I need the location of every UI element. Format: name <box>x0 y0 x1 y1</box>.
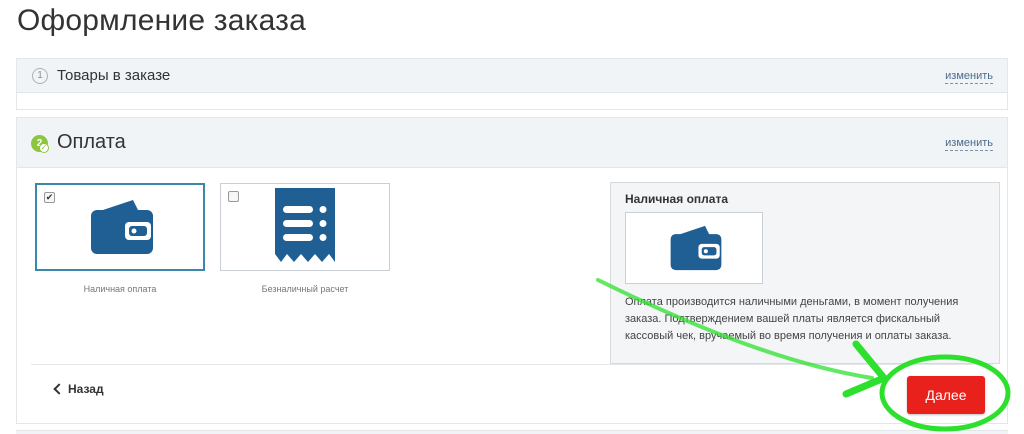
payment-option-cashless-label: Безналичный расчет <box>261 284 349 294</box>
step-payment-title: Оплата <box>57 131 126 153</box>
step-number-badge: 1 <box>32 68 48 84</box>
step-cart-edit-link[interactable]: изменить <box>945 70 993 84</box>
payment-option-cashless-checkbox[interactable] <box>228 191 239 202</box>
payment-info-title: Наличная оплата <box>625 192 728 206</box>
chevron-left-icon <box>53 383 65 395</box>
step-cart-section: 1 Товары в заказе изменить <box>16 58 1008 110</box>
check-icon: ✓ <box>39 143 49 153</box>
next-button[interactable]: Далее <box>907 376 985 414</box>
receipt-icon <box>275 188 335 262</box>
payment-info-image <box>625 212 763 284</box>
step-payment-header: 2 ✓ Оплата изменить <box>17 118 1007 168</box>
step-payment-section: 2 ✓ Оплата изменить ✔ Наличная оплата Бе… <box>16 117 1008 424</box>
payment-option-cash-label: Наличная оплата <box>83 284 157 294</box>
payment-info-panel: Наличная оплата Оплата производится нали… <box>610 182 1000 364</box>
page-title: Оформление заказа <box>17 4 306 37</box>
section-divider <box>31 364 993 365</box>
step-cart-title: Товары в заказе <box>57 67 171 84</box>
payment-option-cash-checkbox[interactable]: ✔ <box>44 192 55 203</box>
wallet-icon <box>91 200 153 254</box>
payment-option-cash[interactable]: ✔ <box>35 183 205 271</box>
step-payment-edit-link[interactable]: изменить <box>945 137 993 151</box>
wallet-icon <box>670 225 722 271</box>
next-section-strip <box>16 430 1008 434</box>
step-cart-header: 1 Товары в заказе изменить <box>17 59 1007 93</box>
payment-info-description: Оплата производится наличными деньгами, … <box>625 296 959 342</box>
payment-option-cashless[interactable] <box>220 183 390 271</box>
back-button-label: Назад <box>68 382 104 396</box>
